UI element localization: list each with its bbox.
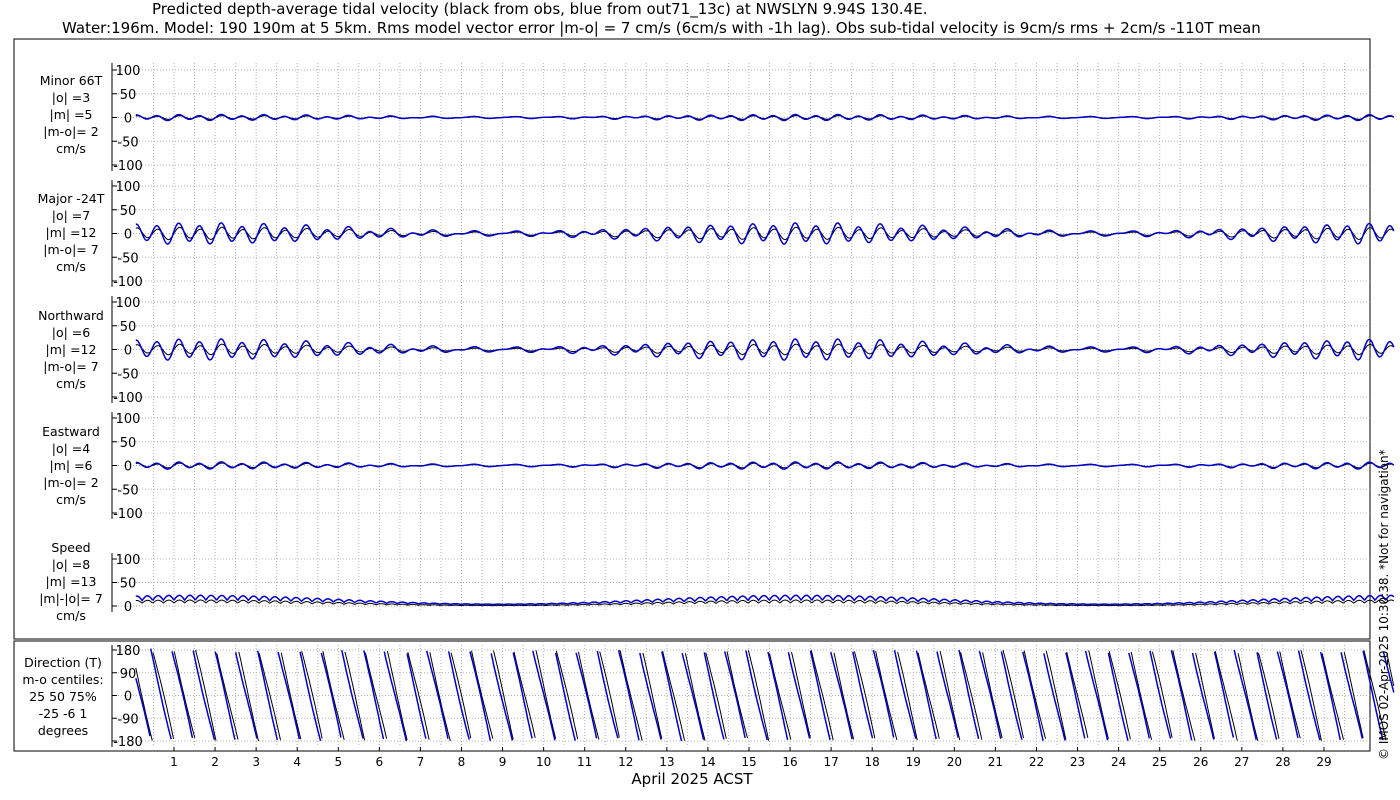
eastward-label-line-2: |m| =6: [49, 458, 93, 473]
speed-label-line-1: |o| =8: [51, 557, 91, 572]
eastward-ytick-label-4: -100: [113, 507, 143, 522]
major-label-line-2: |m| =12: [45, 225, 97, 240]
xtick-label-5: 5: [334, 755, 342, 769]
speed-panel-label: Speed |o| =8 |m| =13 |m|-|o|= 7 cm/s: [11, 539, 131, 624]
speed-label-line-0: Speed: [51, 540, 91, 555]
major-series-model: [135, 222, 1395, 245]
direction-label-line-4: degrees: [37, 723, 89, 738]
xtick-label-3: 3: [252, 755, 260, 769]
xtick-label-12: 12: [618, 755, 633, 769]
major-label-line-1: |o| =7: [51, 208, 91, 223]
minor-label-line-2: |m| =5: [49, 107, 93, 122]
northward-ytick-label-4: -100: [113, 391, 143, 406]
direction-panel-label: Direction (T) m-o centiles: 25 50 75% -25 -…: [3, 654, 123, 739]
tick-label-layer: 100500-50-100100500-50-100100500-50-1001…: [113, 64, 1331, 788]
minor-label-line-0: Minor 66T: [39, 73, 103, 88]
minor-label-line-4: cm/s: [56, 141, 86, 156]
xtick-label-29: 29: [1316, 755, 1331, 769]
direction-label-line-0: Direction (T): [24, 655, 102, 670]
major-ytick-label-4: -100: [113, 275, 143, 290]
speed-label-line-3: |m|-|o|= 7: [39, 591, 103, 606]
watermark-text: © IMOS 02-Apr-2025 10:30:38. *Not for na…: [1377, 449, 1391, 760]
minor-label-line-1: |o| =3: [51, 90, 91, 105]
eastward-label-line-1: |o| =4: [51, 441, 91, 456]
xtick-label-19: 19: [906, 755, 921, 769]
major-panel-label: Major -24T |o| =7 |m| =12 |m-o|= 7 cm/s: [11, 190, 131, 275]
xtick-label-14: 14: [700, 755, 715, 769]
northward-label-line-2: |m| =12: [45, 342, 97, 357]
major-label-line-0: Major -24T: [37, 191, 105, 206]
direction-ytick-label-2: 0: [124, 690, 132, 705]
xtick-label-7: 7: [417, 755, 425, 769]
xtick-label-27: 27: [1234, 755, 1249, 769]
major-label-line-3: |m-o|= 7: [43, 242, 99, 257]
eastward-panel-label: Eastward |o| =4 |m| =6 |m-o|= 2 cm/s: [11, 423, 131, 508]
minor-panel-label: Minor 66T |o| =3 |m| =5 |m-o|= 2 cm/s: [11, 72, 131, 157]
xtick-label-23: 23: [1070, 755, 1085, 769]
northward-label-line-0: Northward: [38, 308, 104, 323]
tidal-velocity-figure: 100500-50-100100500-50-100100500-50-1001…: [13, 38, 1395, 788]
xtick-label-9: 9: [499, 755, 507, 769]
eastward-series-model: [135, 461, 1395, 470]
grid-layer: [112, 63, 1370, 747]
xtick-label-20: 20: [947, 755, 962, 769]
direction-label-line-1: m-o centiles:: [22, 672, 104, 687]
speed-label-line-2: |m| =13: [45, 574, 97, 589]
xtick-label-8: 8: [458, 755, 466, 769]
x-axis-label: April 2025 ACST: [631, 770, 753, 788]
xtick-label-25: 25: [1152, 755, 1167, 769]
xtick-label-2: 2: [211, 755, 219, 769]
xtick-label-24: 24: [1111, 755, 1126, 769]
speed-label-line-4: cm/s: [56, 608, 86, 623]
direction-label-line-2: 25 50 75%: [29, 689, 97, 704]
minor-label-line-3: |m-o|= 2: [43, 124, 99, 139]
xtick-label-21: 21: [988, 755, 1003, 769]
major-label-line-4: cm/s: [56, 259, 86, 274]
northward-label-line-4: cm/s: [56, 376, 86, 391]
eastward-label-line-3: |m-o|= 2: [43, 475, 99, 490]
northward-series-model: [135, 338, 1395, 361]
northward-label-line-1: |o| =6: [51, 325, 91, 340]
upper-frame: [13, 38, 1371, 640]
xtick-label-15: 15: [741, 755, 756, 769]
xtick-label-22: 22: [1029, 755, 1044, 769]
northward-label-line-3: |m-o|= 7: [43, 359, 99, 374]
xtick-label-16: 16: [782, 755, 797, 769]
series-layer: [135, 113, 1395, 742]
minor-series-model: [135, 113, 1395, 122]
xtick-label-18: 18: [865, 755, 880, 769]
xtick-label-28: 28: [1275, 755, 1290, 769]
xtick-label-13: 13: [659, 755, 674, 769]
direction-label-line-3: -25 -6 1: [38, 706, 88, 721]
xtick-label-4: 4: [293, 755, 301, 769]
xtick-label-1: 1: [170, 755, 178, 769]
axes-layer: [111, 63, 1325, 751]
xtick-label-17: 17: [823, 755, 838, 769]
xtick-label-6: 6: [376, 755, 384, 769]
xtick-label-10: 10: [536, 755, 551, 769]
xtick-label-26: 26: [1193, 755, 1208, 769]
eastward-label-line-0: Eastward: [42, 424, 100, 439]
minor-ytick-label-4: -100: [113, 159, 143, 174]
eastward-label-line-4: cm/s: [56, 492, 86, 507]
northward-panel-label: Northward |o| =6 |m| =12 |m-o|= 7 cm/s: [11, 307, 131, 392]
xtick-label-11: 11: [577, 755, 592, 769]
